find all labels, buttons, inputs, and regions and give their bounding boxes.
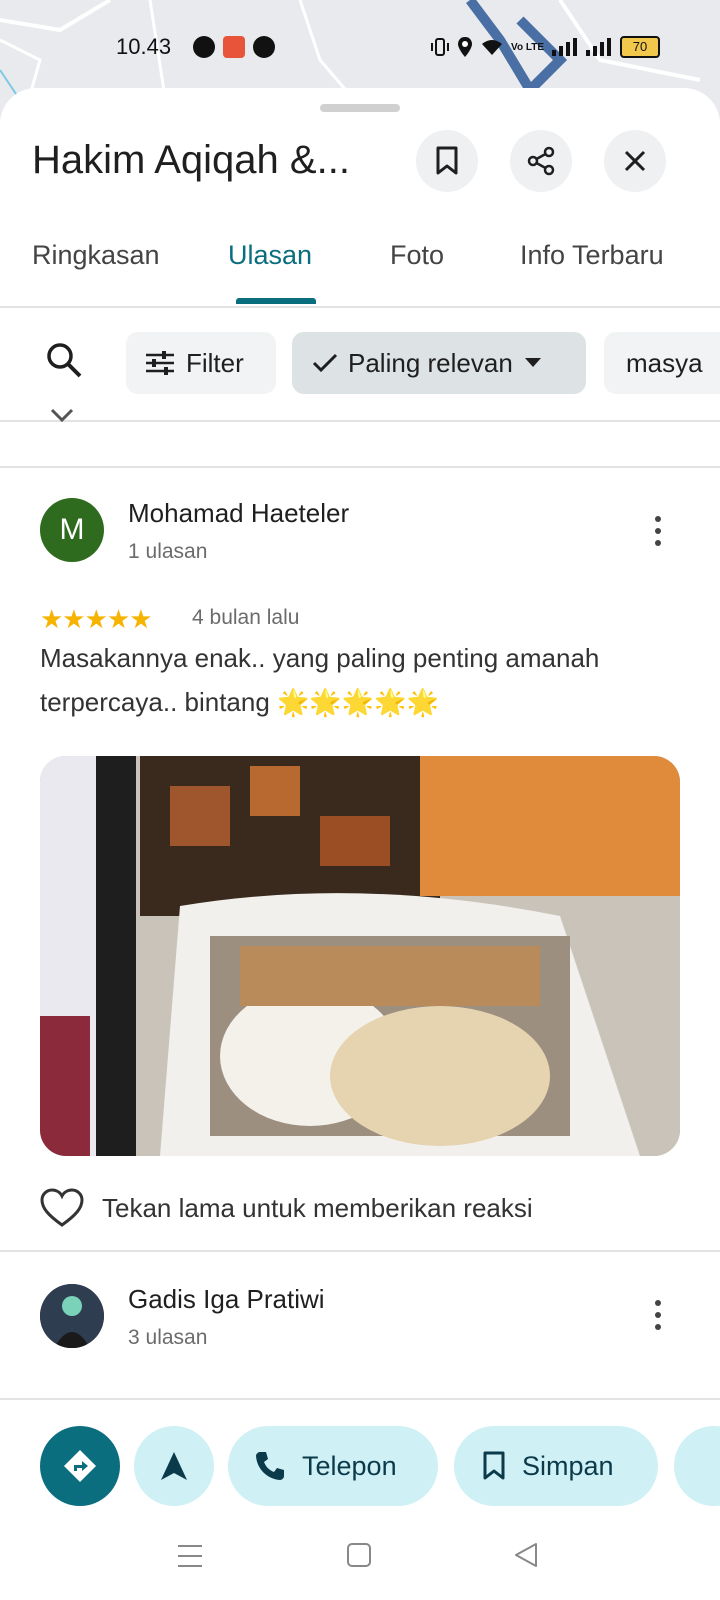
bookmark-icon [483, 1451, 505, 1480]
review-divider-2 [0, 1250, 720, 1252]
call-label: Telepon [302, 1450, 397, 1481]
reviewer-review-count-2: 3 ulasan [128, 1326, 208, 1349]
close-button[interactable] [604, 130, 666, 192]
bottom-action-bar: Telepon Simpan [0, 1398, 720, 1510]
check-icon [312, 353, 338, 373]
save-place-button[interactable] [416, 130, 478, 192]
close-icon [624, 150, 646, 172]
phone-icon [256, 1452, 284, 1480]
sort-label: Paling relevan [348, 347, 513, 378]
reviewer-name[interactable]: Mohamad Haeteler [128, 498, 349, 529]
topic-label: masya [626, 347, 703, 378]
location-icon [458, 37, 473, 57]
home-icon[interactable] [346, 1542, 372, 1568]
back-icon[interactable] [514, 1542, 538, 1568]
bookmark-icon [436, 146, 458, 175]
search-icon[interactable] [44, 340, 84, 380]
save-button[interactable]: Simpan [454, 1426, 658, 1506]
start-navigation-button[interactable] [134, 1426, 214, 1506]
tab-foto[interactable]: Foto [390, 240, 444, 271]
review-filter-row: Filter Paling relevan masya [0, 306, 720, 422]
chat-icon [253, 36, 275, 58]
tab-ringkasan[interactable]: Ringkasan [32, 240, 160, 271]
reaction-hint: Tekan lama untuk memberikan reaksi [102, 1192, 533, 1223]
directions-icon [64, 1450, 96, 1482]
drag-handle[interactable] [320, 104, 400, 112]
navigation-icon [161, 1452, 187, 1480]
topic-chip[interactable]: masya [604, 332, 720, 394]
review-text: Masakannya enak.. yang paling penting am… [40, 643, 600, 717]
dropdown-arrow-icon [524, 358, 541, 367]
review-time: 4 bulan lalu [192, 606, 300, 629]
previous-review-icon [50, 408, 74, 422]
review-rating-stars: ★★★★★ [40, 604, 153, 634]
volte-label: Vo LTE [511, 41, 544, 53]
reaction-row[interactable]: Tekan lama untuk memberikan reaksi [40, 1188, 533, 1228]
food-photo-icon [40, 756, 680, 1156]
avatar-photo[interactable] [40, 1284, 104, 1348]
media-icon [193, 36, 215, 58]
share-button[interactable] [510, 130, 572, 192]
reviewer-review-count: 1 ulasan [128, 540, 208, 563]
review-more-button[interactable] [640, 506, 676, 556]
share-icon [527, 146, 555, 176]
filter-chip[interactable]: Filter [126, 332, 276, 394]
save-label: Simpan [522, 1450, 614, 1481]
reviewer-name-2[interactable]: Gadis Iga Pratiwi [128, 1284, 325, 1315]
gallery-icon [223, 36, 245, 58]
status-time: 10.43 [116, 34, 172, 59]
active-tab-indicator [236, 298, 316, 304]
tab-ulasan[interactable]: Ulasan [228, 240, 312, 271]
call-button[interactable]: Telepon [228, 1426, 438, 1506]
directions-button[interactable] [40, 1426, 120, 1506]
filter-label: Filter [186, 347, 244, 378]
sort-chip[interactable]: Paling relevan [292, 332, 586, 394]
signal-icon-2 [586, 38, 611, 56]
status-bar: 10.43 Vo LTE 70 [0, 0, 720, 96]
review-photo[interactable] [40, 756, 680, 1156]
tab-bar: Ringkasan Ulasan Foto Info Terbaru [0, 220, 720, 308]
system-icons: Vo LTE 70 [431, 36, 660, 58]
vibrate-icon [431, 38, 450, 56]
heart-icon[interactable] [40, 1188, 84, 1228]
signal-icon [552, 38, 577, 56]
avatar-image-icon [40, 1284, 104, 1348]
avatar[interactable]: M [40, 498, 104, 562]
review-divider [0, 466, 720, 468]
battery-indicator: 70 [620, 36, 660, 58]
system-navigation-bar [0, 1520, 720, 1600]
review-more-button-2[interactable] [640, 1290, 676, 1340]
more-actions-button[interactable] [674, 1426, 720, 1506]
place-title: Hakim Aqiqah &... [32, 138, 350, 182]
notification-icons [193, 36, 275, 58]
tune-icon [146, 351, 174, 375]
menu-icon[interactable] [176, 1544, 204, 1568]
tab-info-terbaru[interactable]: Info Terbaru [520, 240, 664, 271]
wifi-icon [482, 40, 503, 55]
